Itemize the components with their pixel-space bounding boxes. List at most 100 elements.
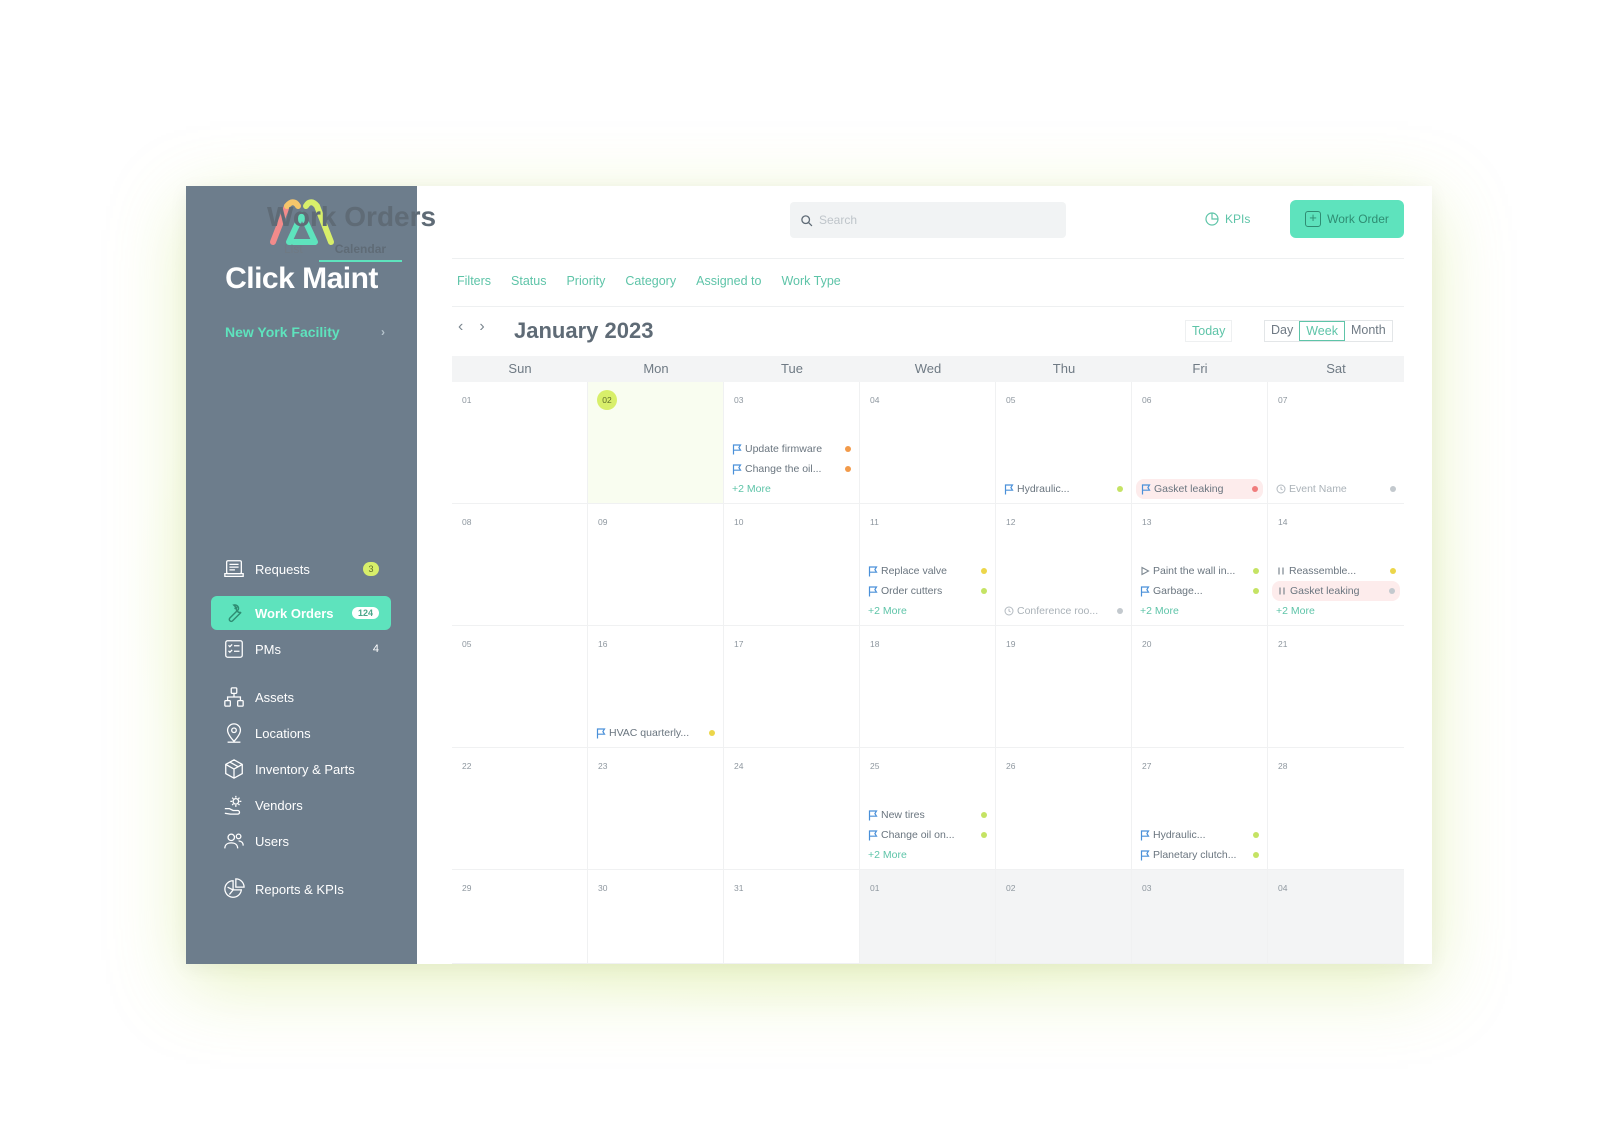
calendar-day-cell[interactable]: 31 [724,870,860,964]
chevron-right-icon[interactable]: › [479,318,484,336]
calendar-day-cell[interactable]: 25 New tires Change oil on... +2 More [860,748,996,870]
sidebar-item-pms[interactable]: PMs 4 [211,632,391,666]
more-events-link[interactable]: +2 More [732,479,851,499]
calendar-day-cell[interactable]: 19 [996,626,1132,748]
range-selector: Day Week Month [1264,320,1393,342]
work-order-event[interactable]: Planetary clutch... [1140,845,1259,865]
day-events: Update firmware Change the oil... +2 More [732,439,851,499]
work-order-event[interactable]: Event Name [1276,479,1396,499]
work-order-event[interactable]: HVAC quarterly... [596,723,715,743]
calendar-day-cell[interactable]: 03 Update firmware Change the oil... +2 Mor… [724,382,860,504]
filter-category[interactable]: Category [625,274,676,288]
calendar-day-cell[interactable]: 05 [452,626,588,748]
calendar-day-cell[interactable]: 04 [860,382,996,504]
priority-dot-icon [709,730,715,736]
calendar-day-cell[interactable]: 05 Hydraulic... [996,382,1132,504]
work-order-event[interactable]: Paint the wall in... [1140,561,1259,581]
calendar-day-cell[interactable]: 08 [452,504,588,626]
calendar-day-cell[interactable]: 22 [452,748,588,870]
calendar-day-cell[interactable]: 16 HVAC quarterly... [588,626,724,748]
more-events-link[interactable]: +2 More [1140,601,1259,621]
range-month-button[interactable]: Month [1345,321,1392,341]
tab-calendar[interactable]: Calendar [318,240,403,262]
weekday-label: Mon [643,361,669,376]
range-day-button[interactable]: Day [1265,321,1299,341]
range-week-button[interactable]: Week [1299,321,1345,341]
work-order-event[interactable]: Conference roo... [1004,601,1123,621]
requests-count-badge: 3 [363,562,379,576]
filter-assigned-to[interactable]: Assigned to [696,274,761,288]
calendar-day-cell[interactable]: 13 Paint the wall in... Garbage... +2 More [1132,504,1268,626]
calendar-day-cell[interactable]: 04 [1268,870,1404,964]
calendar-day-cell[interactable]: 26 [996,748,1132,870]
sidebar-item-work-orders[interactable]: Work Orders 124 [211,596,391,630]
filter-work-type[interactable]: Work Type [781,274,840,288]
work-order-event[interactable]: Order cutters [868,581,987,601]
calendar-day-cell[interactable]: 06 Gasket leaking [1132,382,1268,504]
sidebar-item-vendors[interactable]: Vendors [211,788,391,822]
today-button[interactable]: Today [1185,320,1233,342]
flag-icon [868,565,878,576]
chevron-left-icon[interactable]: ‹ [458,318,463,336]
calendar-day-cell[interactable]: 02 [588,382,724,504]
work-order-event[interactable]: Update firmware [732,439,851,459]
create-work-order-button[interactable]: + Work Order [1290,200,1404,238]
day-number: 13 [1142,517,1152,527]
kpis-link[interactable]: KPIs [1204,211,1250,227]
calendar-day-cell[interactable]: 14 Reassemble... Gasket leaking +2 More [1268,504,1404,626]
calendar-day-cell[interactable]: 27 Hydraulic... Planetary clutch... [1132,748,1268,870]
facility-selector[interactable]: New York Facility › [225,324,385,340]
calendar-day-cell[interactable]: 24 [724,748,860,870]
tab-list[interactable]: List [268,240,319,262]
calendar-day-cell[interactable]: 20 [1132,626,1268,748]
priority-dot-icon [1253,852,1259,858]
work-order-event[interactable]: Replace valve [868,561,987,581]
calendar-day-cell[interactable]: 28 [1268,748,1404,870]
calendar-day-cell[interactable]: 12 Conference roo... [996,504,1132,626]
sidebar-item-inventory[interactable]: Inventory & Parts [211,752,391,786]
sidebar-item-reports[interactable]: Reports & KPIs [211,872,391,906]
sidebar-item-users[interactable]: Users [211,824,391,858]
work-order-event[interactable]: Garbage... [1140,581,1259,601]
calendar-day-cell[interactable]: 30 [588,870,724,964]
calendar-day-cell[interactable]: 18 [860,626,996,748]
calendar-day-cell[interactable]: 23 [588,748,724,870]
filter-filters[interactable]: Filters [457,274,491,288]
calendar-day-cell[interactable]: 09 [588,504,724,626]
calendar-day-cell[interactable]: 21 [1268,626,1404,748]
more-events-link[interactable]: +2 More [1276,601,1396,621]
calendar-day-cell[interactable]: 29 [452,870,588,964]
work-order-event[interactable]: Change oil on... [868,825,987,845]
calendar-day-cell[interactable]: 01 [860,870,996,964]
more-events-link[interactable]: +2 More [868,601,987,621]
work-order-event[interactable]: Reassemble... [1276,561,1396,581]
work-order-event[interactable]: Gasket leaking [1136,479,1263,499]
work-order-event[interactable]: Hydraulic... [1004,479,1123,499]
calendar-day-cell[interactable]: 10 [724,504,860,626]
work-order-event[interactable]: Gasket leaking [1272,581,1400,601]
sidebar-item-requests[interactable]: Requests 3 [211,552,391,586]
search-input[interactable] [819,213,1039,227]
sidebar: Click Maint New York Facility › Requests… [186,186,417,964]
calendar-day-cell[interactable]: 17 [724,626,860,748]
sidebar-item-assets[interactable]: Assets [211,680,391,714]
day-number: 19 [1006,639,1016,649]
filter-priority[interactable]: Priority [566,274,605,288]
calendar-day-cell[interactable]: 03 [1132,870,1268,964]
work-order-event[interactable]: New tires [868,805,987,825]
work-order-event[interactable]: Hydraulic... [1140,825,1259,845]
sidebar-item-locations[interactable]: Locations [211,716,391,750]
work-order-event[interactable]: Change the oil... [732,459,851,479]
calendar-day-cell[interactable]: 11 Replace valve Order cutters +2 More [860,504,996,626]
search-box[interactable] [790,202,1066,238]
filter-status[interactable]: Status [511,274,546,288]
event-title: Update firmware [745,443,823,455]
day-events: Hydraulic... Planetary clutch... [1140,825,1259,865]
calendar-day-cell[interactable]: 02 [996,870,1132,964]
priority-dot-icon [1253,568,1259,574]
calendar-day-cell[interactable]: 07 Event Name [1268,382,1404,504]
clock-icon [1004,606,1014,616]
calendar-nav: ‹ › [458,318,485,336]
more-events-link[interactable]: +2 More [868,845,987,865]
calendar-day-cell[interactable]: 01 [452,382,588,504]
